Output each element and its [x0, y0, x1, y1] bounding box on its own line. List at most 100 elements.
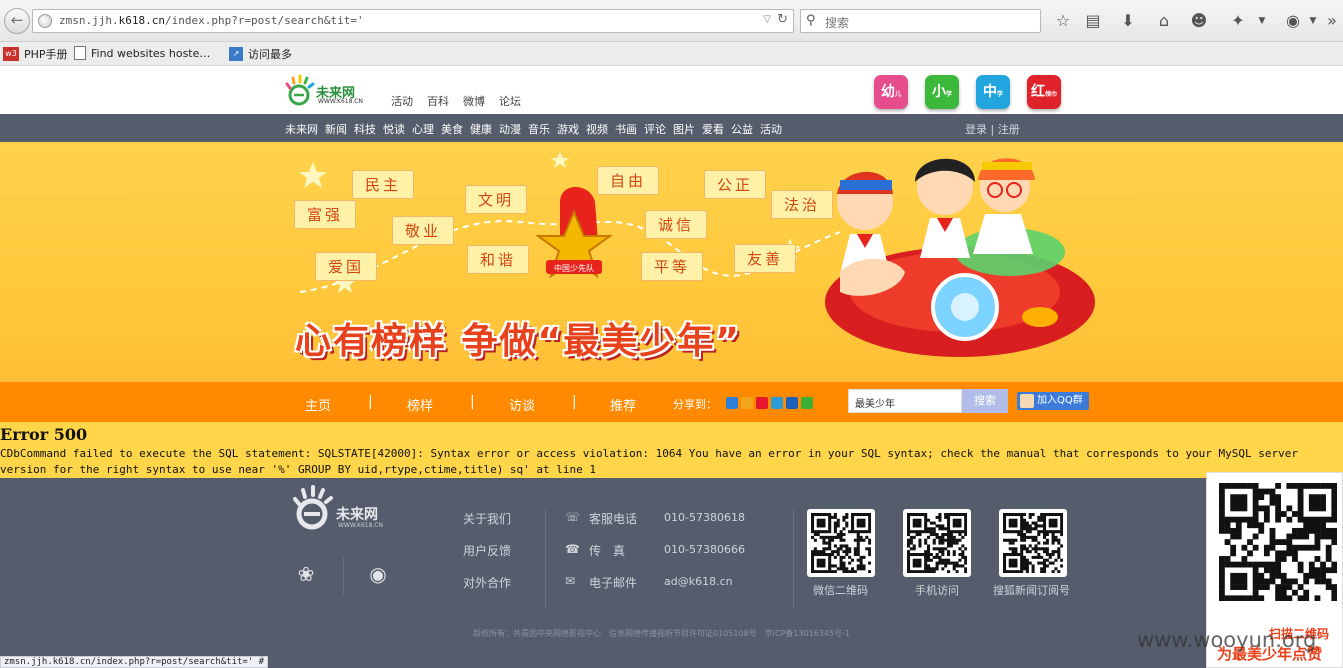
reload-icon[interactable]: ↻ [777, 12, 788, 27]
share-renren-icon[interactable] [786, 397, 798, 409]
footer-logo-name: 未来网 [336, 507, 378, 523]
main-nav-item[interactable]: 心理 [412, 121, 434, 137]
footer-logo-icon [293, 485, 333, 530]
status-bar: zmsn.jjh.k618.cn/index.php?r=post/search… [0, 656, 269, 668]
main-nav-item[interactable]: 悦读 [383, 121, 405, 137]
join-qq-group-button[interactable]: 加入QQ群 [1017, 392, 1089, 410]
url-text[interactable]: zmsn.jjh.k618.cn/index.php?r=post/search… [59, 14, 364, 27]
badge-primary[interactable]: 小学 [925, 75, 959, 109]
value-chengxin: 诚信 [645, 210, 708, 239]
badge-kindergarten[interactable]: 幼儿 [874, 75, 908, 109]
mail-icon: ✉ [565, 574, 576, 588]
login-area: 登录 | 注册 [965, 123, 1020, 136]
download-icon[interactable]: ⬇ [1118, 11, 1138, 31]
sohu-qr-code [999, 509, 1067, 577]
share-qzone-icon[interactable] [741, 397, 753, 409]
contact-email-value[interactable]: ad@k618.cn [664, 575, 733, 588]
tencent-weibo-icon[interactable]: ❀ [291, 562, 321, 588]
main-nav-item[interactable]: 图片 [673, 121, 695, 137]
page-icon [74, 46, 86, 60]
main-nav-item[interactable]: 视频 [586, 121, 608, 137]
home-icon[interactable]: ⌂ [1154, 11, 1174, 31]
addon-dropdown-icon[interactable]: ▼ [1252, 11, 1272, 31]
bookmark-most-visited[interactable]: ↗ 访问最多 [229, 46, 292, 62]
contact-phone-label: 客服电话 [589, 512, 638, 526]
menu-dropdown-icon[interactable]: ▼ [1303, 11, 1323, 31]
share-weibo-icon[interactable] [756, 397, 768, 409]
value-ziyou: 自由 [597, 166, 660, 195]
top-link-wiki[interactable]: 百科 [427, 93, 449, 109]
bookmark-find-websites[interactable]: Find websites hoste… [74, 46, 210, 60]
bookmarks-toolbar: w3 PHP手册 Find websites hoste… ↗ 访问最多 [0, 42, 1343, 66]
sub-nav: 主页 | 榜样 | 访谈 | 推荐 分享到： 最美少年 搜索 加入QQ群 [0, 382, 1343, 428]
value-gongzheng: 公正 [704, 170, 767, 199]
back-arrow-icon[interactable]: ← [4, 8, 30, 34]
browser-search-input[interactable]: ⚲ 搜索 [800, 9, 1041, 33]
main-nav: 未来网 新闻 科技 悦读 心理 美食 健康 动漫 音乐 游戏 视频 书画 评论 图片 爱看 公益 活动 登录 |… [0, 114, 1343, 142]
share-wechat-icon[interactable] [801, 397, 813, 409]
phone-icon: ☏ [565, 510, 581, 524]
share-tencent-icon[interactable] [771, 397, 783, 409]
subnav-role-models[interactable]: 榜样 [407, 395, 433, 414]
wechat-qr-code [807, 509, 875, 577]
badge-red-scarf[interactable]: 红领巾 [1027, 75, 1061, 109]
main-nav-item[interactable]: 新闻 [325, 121, 347, 137]
subnav-recommend[interactable]: 推荐 [610, 395, 636, 414]
main-nav-item[interactable]: 动漫 [499, 121, 521, 137]
subnav-interviews[interactable]: 访谈 [509, 395, 535, 414]
value-fazhi: 法治 [771, 190, 834, 219]
share-label: 分享到： [673, 398, 717, 411]
value-fuqiang: 富强 [294, 200, 357, 229]
main-nav-item[interactable]: 爱看 [702, 121, 724, 137]
menu-globe-icon[interactable]: ◉ [1283, 11, 1303, 31]
footer-link-about[interactable]: 关于我们 [463, 510, 511, 527]
main-nav-item[interactable]: 活动 [760, 121, 782, 137]
share-plus-icon[interactable] [726, 397, 738, 409]
top-links: 活动 百科 微博 论坛 [391, 93, 521, 109]
search-icon: ⚲ [806, 13, 816, 28]
main-nav-item[interactable]: 健康 [470, 121, 492, 137]
qr-caption-mobile: 手机访问 [915, 584, 959, 597]
banner-slogan: 心有榜样 争做“最美少年” [295, 321, 741, 362]
main-nav-item[interactable]: 音乐 [528, 121, 550, 137]
subnav-home[interactable]: 主页 [305, 395, 331, 414]
footer-link-cooperation[interactable]: 对外合作 [463, 574, 511, 591]
site-search-button[interactable]: 搜索 [962, 389, 1008, 413]
main-nav-item[interactable]: 公益 [731, 121, 753, 137]
url-dropdown-icon[interactable]: ▽ [763, 14, 771, 25]
badge-middle[interactable]: 中学 [976, 75, 1010, 109]
main-nav-item[interactable]: 评论 [644, 121, 666, 137]
sina-weibo-icon[interactable]: ◉ [363, 562, 393, 588]
main-nav-item[interactable]: 书画 [615, 121, 637, 137]
top-link-forum[interactable]: 论坛 [499, 93, 521, 109]
footer-link-feedback[interactable]: 用户反馈 [463, 542, 511, 559]
value-jingye: 敬业 [392, 216, 455, 245]
bookmark-php-manual[interactable]: w3 PHP手册 [3, 46, 68, 62]
contact-phone-value: 010-57380618 [664, 511, 745, 524]
bookmark-label: Find websites hoste… [91, 46, 211, 60]
top-link-weibo[interactable]: 微博 [463, 93, 485, 109]
qr-caption-wechat: 微信二维码 [813, 584, 868, 597]
footer-logo[interactable]: 未来网 WWW.K618.CN [290, 484, 400, 534]
chat-icon[interactable]: ☻ [1189, 11, 1209, 31]
top-link-activity[interactable]: 活动 [391, 93, 413, 109]
reading-list-icon[interactable]: ▤ [1083, 11, 1103, 31]
main-nav-item[interactable]: 游戏 [557, 121, 579, 137]
login-link[interactable]: 登录 [965, 123, 987, 136]
overflow-icon[interactable]: » [1322, 11, 1342, 31]
site-logo[interactable]: 未来网 WWW.K618.CN [282, 72, 372, 110]
address-bar[interactable]: zmsn.jjh.k618.cn/index.php?r=post/search… [32, 9, 794, 33]
qr-caption-sohu: 搜狐新闻订阅号 [993, 584, 1070, 597]
star-bookmark-icon[interactable]: ☆ [1053, 11, 1073, 31]
main-nav-item[interactable]: 未来网 [285, 121, 318, 137]
hero-banner: 中国少先队 民主 富强 敬业 文明 和谐 自由 诚信 平等 公正 法治 友善 爱… [0, 142, 1343, 382]
site-search-input[interactable]: 最美少年 [848, 389, 962, 413]
error-message: CDbCommand failed to execute the SQL sta… [0, 447, 1299, 476]
value-wenming: 文明 [465, 185, 528, 214]
addon-icon[interactable]: ✦ [1228, 11, 1248, 31]
footer-divider [793, 510, 794, 608]
logo-sun-icon [285, 74, 315, 106]
register-link[interactable]: 注册 [998, 123, 1020, 136]
main-nav-item[interactable]: 科技 [354, 121, 376, 137]
main-nav-item[interactable]: 美食 [441, 121, 463, 137]
